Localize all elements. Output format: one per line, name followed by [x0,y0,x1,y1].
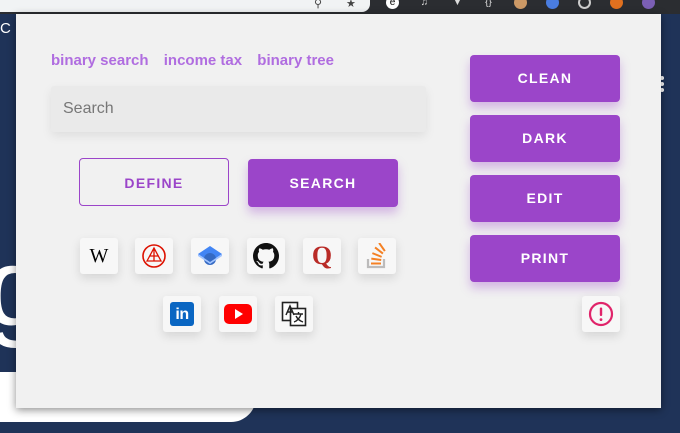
address-bar[interactable]: ⚲ ★ [0,0,370,12]
extension-icon[interactable]: e [386,0,399,9]
google-translate-icon [281,301,307,327]
wolfram-icon [142,244,166,268]
report-tile[interactable] [582,296,620,332]
google-scholar-tile[interactable] [191,238,229,274]
wikipedia-icon: W [89,244,109,267]
stackoverflow-icon [366,243,386,269]
github-icon [253,243,279,269]
bookmark-star-icon[interactable]: ★ [346,0,356,10]
suggestion-list: binary search income tax binary tree [51,52,345,69]
extension-icon[interactable]: {} [482,0,495,9]
clean-button[interactable]: CLEAN [470,55,620,102]
suggestion-link[interactable]: binary tree [257,52,334,69]
github-tile[interactable] [247,238,285,274]
wikipedia-tile[interactable]: W [80,238,118,274]
extension-icon[interactable]: ▼ [451,0,464,9]
extension-icon[interactable]: ♫ [418,0,431,9]
extension-icon[interactable] [578,0,591,9]
profile-avatar[interactable] [642,0,655,9]
extension-icon[interactable] [514,0,527,9]
stackoverflow-tile[interactable] [358,238,396,274]
suggestion-link[interactable]: binary search [51,52,149,69]
linkedin-tile[interactable]: in [163,296,201,332]
search-icon[interactable]: ⚲ [314,0,322,10]
edit-button[interactable]: EDIT [470,175,620,222]
linkedin-icon: in [170,302,194,326]
extension-popup: binary search income tax binary tree DEF… [16,14,661,408]
browser-toolbar: ⚲ ★ e ♫ ▼ {} [0,0,680,14]
wolfram-tile[interactable] [135,238,173,274]
extension-icon[interactable] [546,0,559,9]
quora-tile[interactable]: Q [303,238,341,274]
alert-circle-icon [588,301,614,327]
search-button[interactable]: SEARCH [248,159,398,207]
suggestion-link[interactable]: income tax [164,52,242,69]
page-text-fragment: C [0,20,11,37]
google-scholar-icon [198,246,222,265]
quora-icon: Q [311,241,333,270]
youtube-tile[interactable] [219,296,257,332]
define-button[interactable]: DEFINE [79,158,229,206]
extension-icon[interactable] [610,0,623,9]
dark-button[interactable]: DARK [470,115,620,162]
print-button[interactable]: PRINT [470,235,620,282]
search-input[interactable] [51,86,426,132]
google-translate-tile[interactable] [275,296,313,332]
youtube-icon [224,304,252,324]
